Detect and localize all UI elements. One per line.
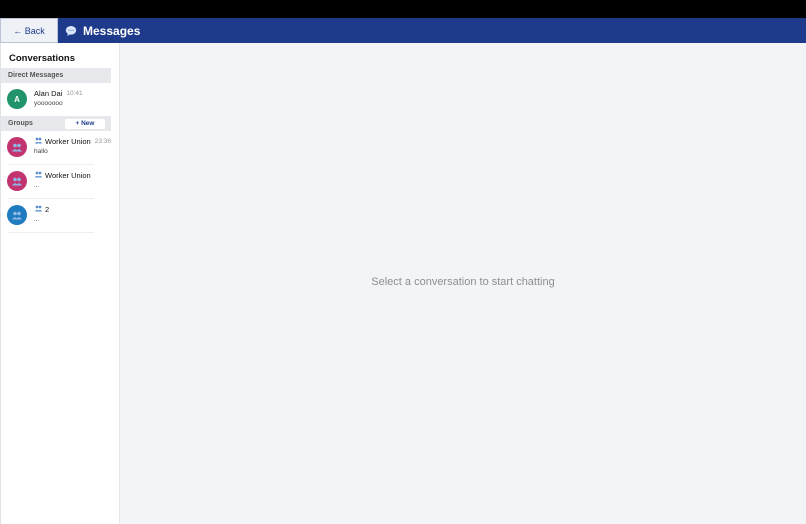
page-title: Messages (83, 23, 141, 38)
groups-header: Groups + New (1, 116, 111, 131)
group-people-icon (34, 171, 43, 178)
conversation-preview: hallo (34, 148, 48, 155)
conversation-name: 2 (45, 205, 50, 214)
conversation-preview: yooooooo (34, 100, 63, 107)
empty-state-message: Select a conversation to start chatting (371, 276, 555, 288)
conversations-sidebar: Conversations Direct Messages A Alan Dai… (0, 43, 120, 524)
group-people-icon (34, 137, 43, 144)
conversation-item-group[interactable]: Worker Union ... (1, 165, 119, 198)
groups-heading: Groups (8, 120, 33, 127)
group-avatar (7, 171, 27, 191)
direct-messages-heading: Direct Messages (8, 72, 64, 79)
divider (8, 232, 94, 233)
conversation-preview: ... (34, 216, 40, 223)
conversation-item-alan-dai[interactable]: A Alan Dai 10:41 yooooooo (1, 83, 119, 116)
conversation-time: 10:41 (66, 90, 83, 97)
conversation-name: Worker Union (45, 137, 91, 146)
group-people-icon (34, 205, 43, 212)
direct-messages-header: Direct Messages (1, 68, 111, 83)
conversation-item-group[interactable]: Worker Union 23:36 hallo (1, 131, 119, 164)
group-people-icon (12, 177, 22, 185)
conversation-item-group[interactable]: 2 ... (1, 199, 119, 232)
conversation-name: Alan Dai (34, 89, 63, 98)
group-avatar (7, 205, 27, 225)
sidebar-title: Conversations (9, 53, 75, 64)
group-avatar (7, 137, 27, 157)
app-header: ← Back Messages (0, 18, 806, 43)
system-top-bar (0, 0, 806, 18)
conversation-preview: ... (34, 182, 40, 189)
group-people-icon (12, 143, 22, 151)
new-group-button[interactable]: + New (65, 118, 105, 129)
avatar: A (7, 89, 27, 109)
conversation-name: Worker Union (45, 171, 91, 180)
group-people-icon (12, 211, 22, 219)
back-button[interactable]: ← Back (0, 18, 58, 43)
chat-area: Select a conversation to start chatting (120, 43, 806, 524)
conversation-time: 23:36 (94, 138, 111, 145)
avatar-letter: A (14, 94, 20, 104)
chat-bubble-icon (65, 25, 77, 37)
